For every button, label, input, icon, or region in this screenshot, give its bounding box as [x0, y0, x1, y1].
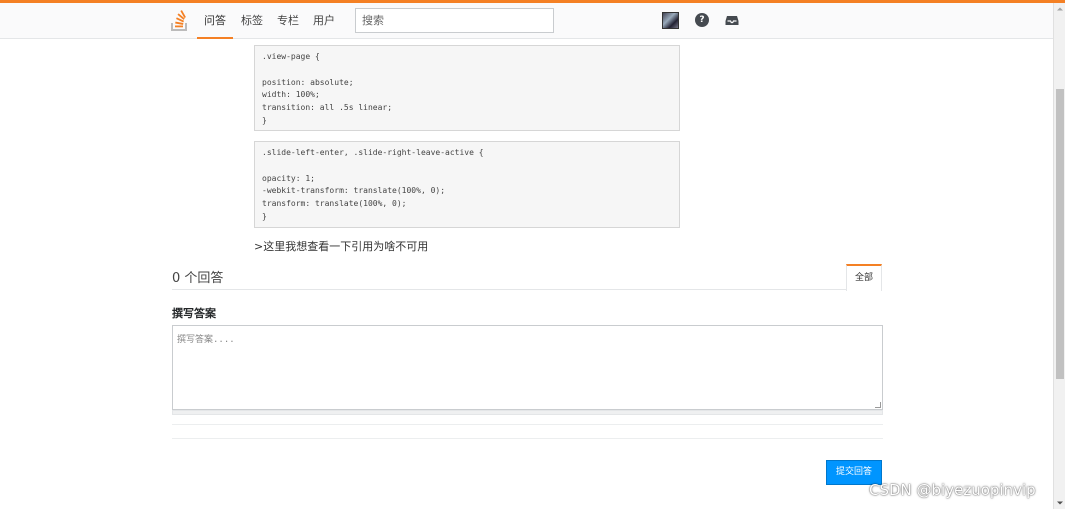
preview-divider: [172, 438, 883, 439]
nav-item-tags[interactable]: 标签: [241, 12, 263, 39]
nav-item-users[interactable]: 用户: [313, 12, 335, 39]
top-navigation: 问答 标签 专栏 用户 ?: [0, 3, 1053, 39]
help-icon[interactable]: ?: [695, 13, 709, 27]
scroll-up-arrow-icon[interactable]: [1054, 3, 1065, 15]
vertical-scrollbar[interactable]: [1053, 3, 1065, 509]
code-block: .view-page { position: absolute; width: …: [254, 45, 680, 131]
quote-text: >这里我想查看一下引用为啥不可用: [254, 240, 429, 253]
write-answer-heading: 撰写答案: [172, 307, 216, 320]
stack-logo-icon[interactable]: [170, 10, 190, 32]
scroll-down-arrow-icon[interactable]: [1054, 497, 1065, 509]
nav-item-columns[interactable]: 专栏: [277, 12, 299, 39]
code-block: .slide-left-enter, .slide-right-leave-ac…: [254, 141, 680, 228]
answer-textarea[interactable]: [172, 325, 883, 410]
preview-divider: [172, 424, 883, 425]
answers-divider: [172, 289, 846, 290]
answers-count: 0 个回答: [172, 271, 224, 286]
search-input[interactable]: [355, 8, 554, 33]
scrollbar-thumb[interactable]: [1056, 89, 1064, 379]
resize-grip-icon[interactable]: [875, 402, 881, 408]
watermark: CSDN @biyezuopinvip: [869, 481, 1036, 499]
user-avatar[interactable]: [662, 12, 679, 29]
inbox-icon[interactable]: [725, 13, 739, 27]
nav-active-indicator: [197, 37, 233, 39]
editor-grow-handle[interactable]: [172, 410, 883, 415]
tab-all[interactable]: 全部: [846, 264, 882, 291]
nav-item-questions[interactable]: 问答: [204, 12, 226, 39]
